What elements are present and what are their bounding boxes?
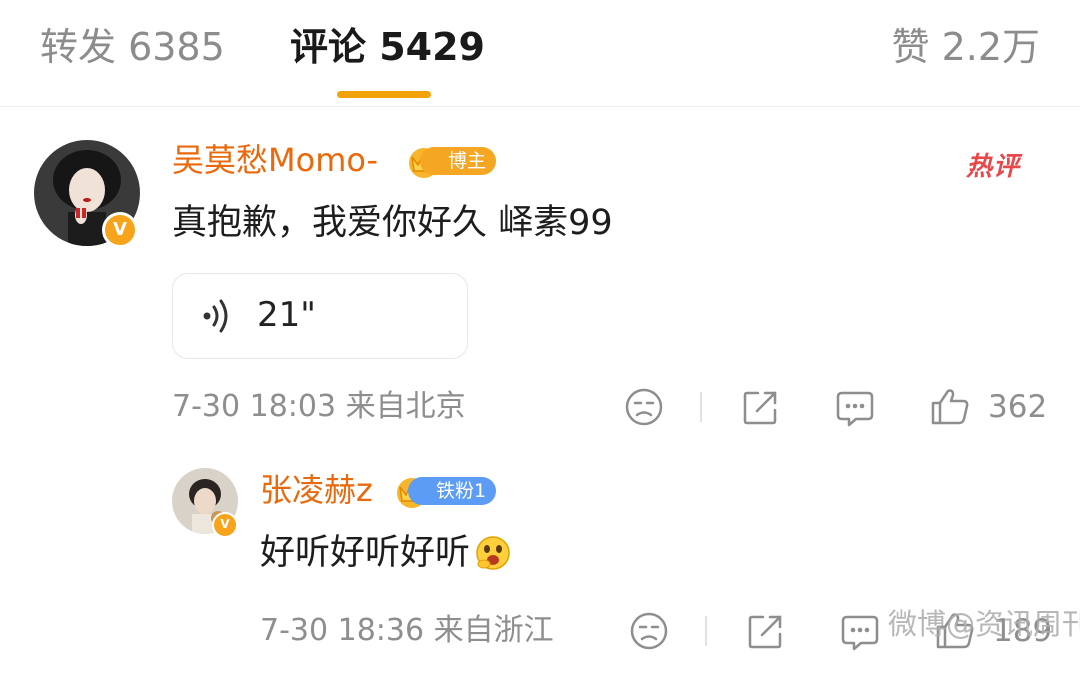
comment-text: 真抱歉，我爱你好久 峄素99 bbox=[172, 203, 613, 243]
tab-repost[interactable]: 转发 6385 bbox=[40, 24, 225, 70]
voice-duration: 21" bbox=[257, 295, 316, 335]
grinning-emoji-icon bbox=[476, 536, 510, 570]
fan-badge: 铁粉1 bbox=[392, 473, 497, 509]
action-separator bbox=[705, 616, 707, 646]
verified-badge: V bbox=[102, 212, 138, 248]
like-count: 362 bbox=[988, 389, 1048, 425]
voice-wave-icon bbox=[203, 299, 228, 333]
comment-tabs: 转发 6385 评论 5429 赞 2.2万 bbox=[0, 0, 1080, 107]
voice-message[interactable]: 21" bbox=[172, 273, 468, 359]
watermark: 微博@资讯周刊 bbox=[888, 607, 1080, 641]
hot-comment-tag: 热评 bbox=[966, 152, 1021, 182]
dislike-icon[interactable] bbox=[629, 611, 669, 651]
comment-icon[interactable] bbox=[834, 387, 876, 429]
blogger-badge: 博主 bbox=[404, 143, 497, 179]
tab-likes[interactable]: 赞 2.2万 bbox=[891, 24, 1040, 70]
dislike-icon[interactable] bbox=[624, 387, 664, 427]
replier-username[interactable]: 张凌赫z bbox=[260, 470, 373, 510]
commenter-username[interactable]: 吴莫愁Momo- bbox=[172, 140, 378, 180]
comment-icon[interactable] bbox=[839, 611, 881, 653]
verified-badge: V bbox=[212, 512, 238, 538]
reply-text: 好听好听好听 bbox=[260, 533, 471, 573]
reply-text-row: 好听好听好听 bbox=[260, 531, 512, 575]
tab-comments[interactable]: 评论 5429 bbox=[290, 24, 485, 70]
fan-badge-label: 铁粉1 bbox=[408, 477, 497, 505]
blogger-badge-label: 博主 bbox=[420, 147, 497, 175]
comment-meta: 7-30 18:03 来自北京 bbox=[172, 389, 466, 424]
share-icon[interactable] bbox=[746, 611, 786, 651]
active-tab-indicator bbox=[337, 91, 431, 98]
action-separator bbox=[700, 392, 702, 422]
like-icon[interactable] bbox=[929, 385, 971, 427]
reply-meta: 7-30 18:36 来自浙江 bbox=[260, 613, 554, 648]
share-icon[interactable] bbox=[741, 387, 781, 427]
